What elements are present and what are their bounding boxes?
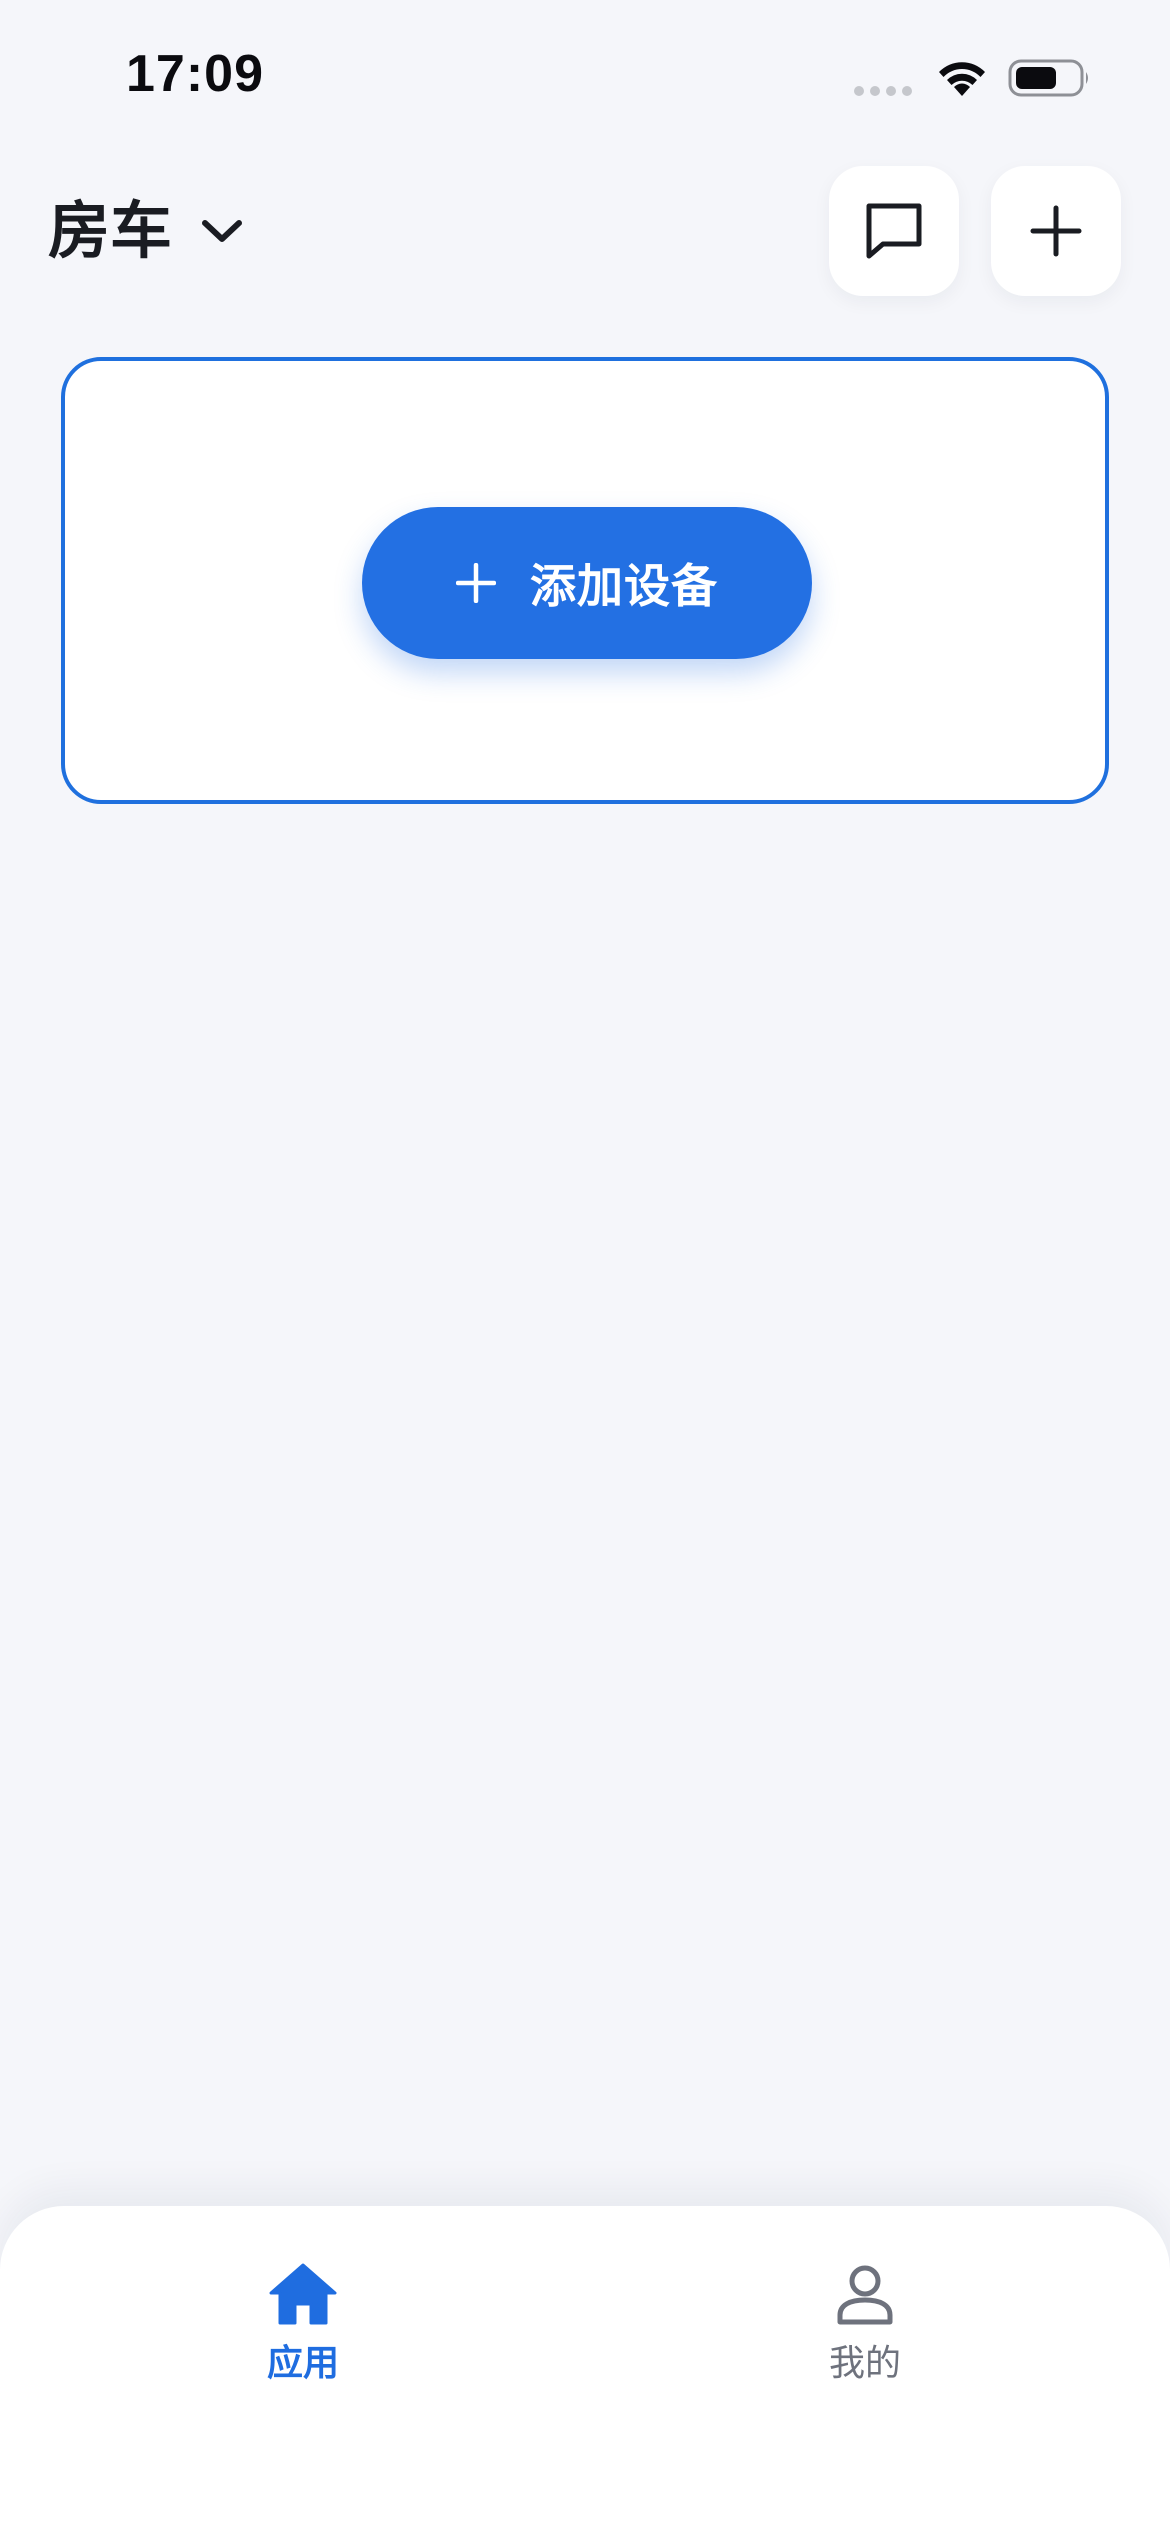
add-button[interactable] <box>991 166 1121 296</box>
plus-icon <box>456 563 496 603</box>
tab-mine[interactable]: 我的 <box>765 2262 965 2382</box>
message-icon <box>866 203 922 259</box>
tab-home[interactable]: 应用 <box>203 2262 403 2382</box>
home-name: 房车 <box>48 194 173 267</box>
cellular-signal-icon <box>854 86 912 96</box>
tab-bar: 应用 我的 <box>0 2206 1170 2532</box>
chevron-down-icon <box>202 220 243 242</box>
tab-mine-label: 我的 <box>828 2343 901 2384</box>
status-bar: 17:09 <box>0 0 1170 150</box>
add-device-label: 添加设备 <box>530 559 718 613</box>
battery-icon <box>1008 59 1088 97</box>
user-icon <box>837 2265 893 2325</box>
add-device-button[interactable]: 添加设备 <box>362 507 812 659</box>
tab-home-label: 应用 <box>266 2343 339 2384</box>
home-selector[interactable]: 房车 <box>48 200 244 262</box>
home-icon <box>269 2263 337 2325</box>
status-time: 17:09 <box>126 45 264 103</box>
header: 房车 <box>0 160 1170 300</box>
message-button[interactable] <box>829 166 959 296</box>
device-card: 添加设备 <box>61 357 1109 804</box>
wifi-icon <box>939 62 985 96</box>
plus-icon <box>1030 205 1082 257</box>
app-screen: 17:09 房车 添加设备 应用 我的 <box>0 0 1170 2532</box>
